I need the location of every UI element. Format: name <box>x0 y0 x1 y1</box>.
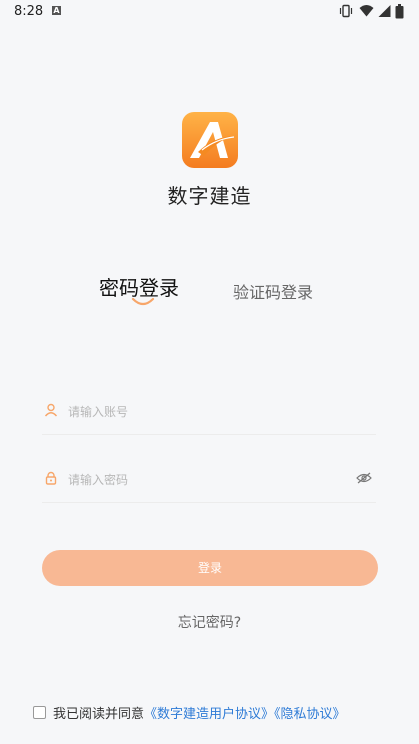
status-bar: 8:28 A <box>0 0 419 24</box>
wifi-icon <box>359 5 374 17</box>
lock-icon <box>45 471 57 485</box>
battery-icon <box>395 4 404 19</box>
user-agreement-link[interactable]: 《数字建造用户协议》 <box>144 707 274 722</box>
app-name: 数字建造 <box>167 184 252 208</box>
forgot-password-link[interactable]: 忘记密码? <box>0 612 419 632</box>
account-placeholder: 请输入账号 <box>68 405 129 419</box>
agreement-row: 我已阅读并同意《数字建造用户协议》《隐私协议》 <box>33 703 346 722</box>
app-logo <box>182 112 238 168</box>
user-icon <box>44 403 58 417</box>
status-time: 8:28 <box>14 4 44 19</box>
agreement-prefix: 我已阅读并同意 <box>53 707 145 722</box>
password-placeholder: 请输入密码 <box>68 473 129 487</box>
account-field[interactable]: 请输入账号 <box>42 400 376 435</box>
tab-code-login[interactable]: 验证码登录 <box>233 279 313 303</box>
login-button[interactable]: 登录 <box>42 550 378 586</box>
eye-off-icon[interactable] <box>356 472 372 484</box>
password-field[interactable]: 请输入密码 <box>42 468 376 503</box>
active-tab-indicator <box>131 297 155 306</box>
privacy-policy-link[interactable]: 《隐私协议》 <box>274 707 346 722</box>
notification-icon: A <box>52 6 61 15</box>
signal-icon <box>378 5 391 17</box>
status-icons <box>339 4 409 20</box>
agreement-checkbox[interactable] <box>33 706 46 719</box>
vibrate-icon <box>339 4 353 18</box>
